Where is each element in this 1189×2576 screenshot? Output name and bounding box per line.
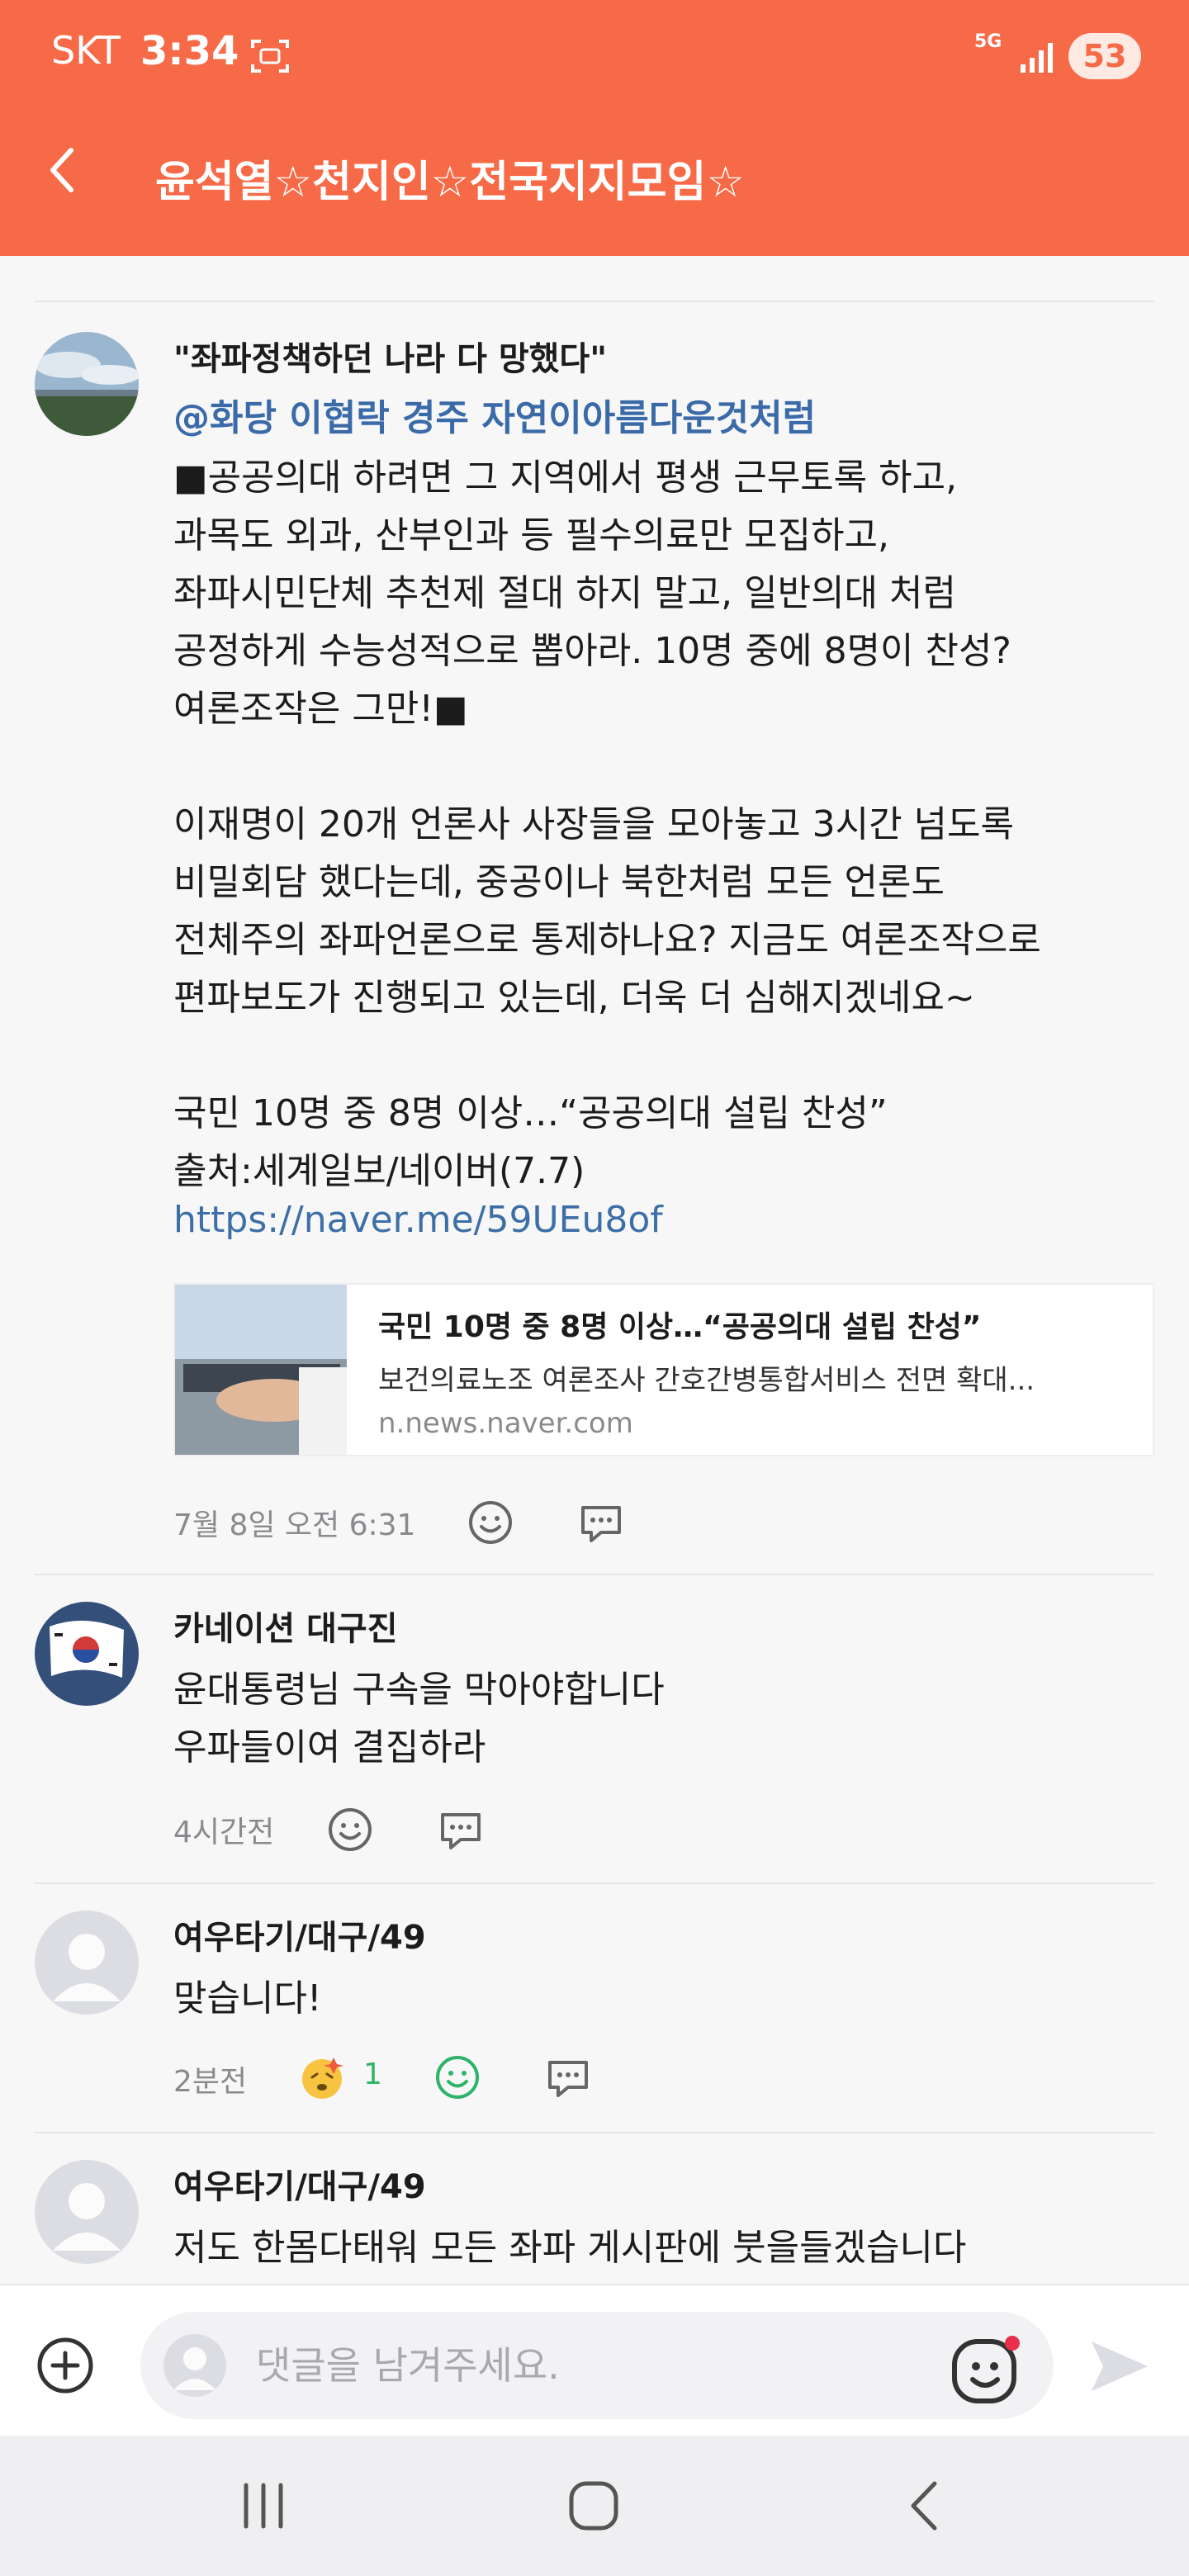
signal-icon xyxy=(1021,43,1053,73)
avatar[interactable] xyxy=(35,1602,139,1706)
comment-text-line: 공정하게 수능성적으로 뽑아라. 10명 중에 8명이 찬성? xyxy=(173,630,1011,672)
comment-author: "좌파정책하던 나라 다 망했다" xyxy=(173,340,608,378)
back-nav-icon[interactable] xyxy=(898,2477,956,2535)
comment-text-line: 편파보도가 진행되고 있는데, 더욱 더 심해지겠네요~ xyxy=(173,977,975,1019)
avatar xyxy=(163,2334,226,2397)
network-label: 5G xyxy=(974,31,1002,52)
divider xyxy=(35,1574,1154,1575)
plus-circle-icon[interactable] xyxy=(35,2335,96,2396)
group-title: 윤석열☆천지인☆전국지지모임☆ xyxy=(155,158,745,207)
reaction-count: 1 xyxy=(363,2057,382,2091)
smiley-icon[interactable] xyxy=(325,1805,375,1854)
comment-text-line: 맞습니다! xyxy=(173,1977,322,2020)
comment-text-line: 과목도 외과, 산부인과 등 필수의료만 모집하고, xyxy=(173,514,890,556)
avatar[interactable] xyxy=(35,332,139,436)
mention-text[interactable]: @화당 이협락 경주 자연이아름다운것처럼 xyxy=(173,388,816,441)
status-bar: SKT 3:34 5G 53 xyxy=(0,0,1189,116)
comment-time: 4시간전 xyxy=(173,1816,275,1849)
article-link[interactable]: https://naver.me/59UEu8of xyxy=(173,1199,663,1241)
smiley-icon[interactable] xyxy=(433,2053,482,2102)
card-domain: n.news.naver.com xyxy=(378,1407,633,1440)
chat-page: SKT 3:34 5G 53 윤석열☆천지인☆전국지지모임☆ "좌파정책하던 나… xyxy=(0,0,1189,2576)
comment-input[interactable] xyxy=(256,2337,883,2394)
speech-bubble-icon[interactable] xyxy=(436,1805,486,1854)
comment-feed[interactable]: "좌파정책하던 나라 다 망했다" @화당 이협락 경주 자연이아름다운것처럼 … xyxy=(0,256,1189,2284)
comment-text-line: 이재명이 20개 언론사 사장들을 모아놓고 3시간 넘도록 xyxy=(173,803,1014,845)
card-description: 보건의료노조 여론조사 간호간병통합서비스 전면 확대... xyxy=(378,1364,1035,1397)
system-navigation-bar xyxy=(0,2436,1189,2576)
comment-text-line: 국민 10명 중 8명 이상…“공공의대 설립 찬성” xyxy=(173,1092,888,1134)
battery-badge: 53 xyxy=(1068,33,1141,79)
smiley-icon[interactable] xyxy=(466,1498,515,1547)
comment-composer xyxy=(0,2284,1189,2436)
reaction-emoji-icon[interactable] xyxy=(297,2053,347,2102)
divider xyxy=(35,2132,1154,2133)
comment-text-line: 좌파시민단체 추천제 절대 하지 말고, 일반의대 처럼 xyxy=(173,572,956,614)
card-thumbnail xyxy=(175,1285,347,1455)
comment-time: 7월 8일 오전 6:31 xyxy=(173,1508,416,1542)
send-arrow-icon[interactable] xyxy=(1087,2333,1153,2399)
comment-author: 여우타기/대구/49 xyxy=(173,2168,426,2206)
avatar[interactable] xyxy=(35,1911,139,2015)
comment-text-line: 저도 한몸다태워 모든 좌파 게시판에 붓을들겠습니다 xyxy=(173,2227,967,2269)
comment-author: 카네이션 대구진 xyxy=(173,1610,398,1648)
comment-text-line: 전체주의 좌파언론으로 통제하나요? 지금도 여론조작으로 xyxy=(173,919,1041,961)
comment-text-line: 우파들이여 결집하라 xyxy=(173,1726,486,1769)
comment-box xyxy=(140,2312,1054,2419)
card-title: 국민 10명 중 8명 이상…“공공의대 설립 찬성” xyxy=(378,1310,982,1344)
divider xyxy=(35,1882,1154,1884)
comment-time: 2분전 xyxy=(173,2065,248,2099)
comment-text-line: 윤대통령님 구속을 막아야합니다 xyxy=(173,1669,665,1711)
speech-bubble-icon[interactable] xyxy=(576,1498,626,1547)
divider xyxy=(35,301,1154,302)
link-preview-card[interactable]: 국민 10명 중 8명 이상…“공공의대 설립 찬성” 보건의료노조 여론조사 … xyxy=(173,1283,1154,1456)
nav-bar: 윤석열☆천지인☆전국지지모임☆ xyxy=(0,116,1189,256)
home-icon[interactable] xyxy=(565,2477,623,2535)
recent-apps-icon[interactable] xyxy=(234,2477,292,2535)
comment-author: 여우타기/대구/49 xyxy=(173,1919,426,1957)
emoji-picker-icon[interactable] xyxy=(946,2330,1026,2409)
comment-text-line: 여론조작은 그만!■ xyxy=(173,688,468,730)
comment-text-line: 출처:세계일보/네이버(7.7) xyxy=(173,1150,585,1192)
back-button[interactable] xyxy=(33,140,92,200)
carrier-label: SKT xyxy=(51,28,121,73)
comment-text-line: 비밀회담 했다는데, 중공이나 북한처럼 모든 언론도 xyxy=(173,861,945,903)
screenshot-icon xyxy=(251,40,289,73)
avatar[interactable] xyxy=(35,2160,139,2264)
app-header: SKT 3:34 5G 53 윤석열☆천지인☆전국지지모임☆ xyxy=(0,0,1189,256)
speech-bubble-icon[interactable] xyxy=(543,2053,593,2102)
clock: 3:34 xyxy=(140,28,239,74)
comment-text-line: ■공공의대 하려면 그 지역에서 평생 근무토록 하고, xyxy=(173,457,958,499)
